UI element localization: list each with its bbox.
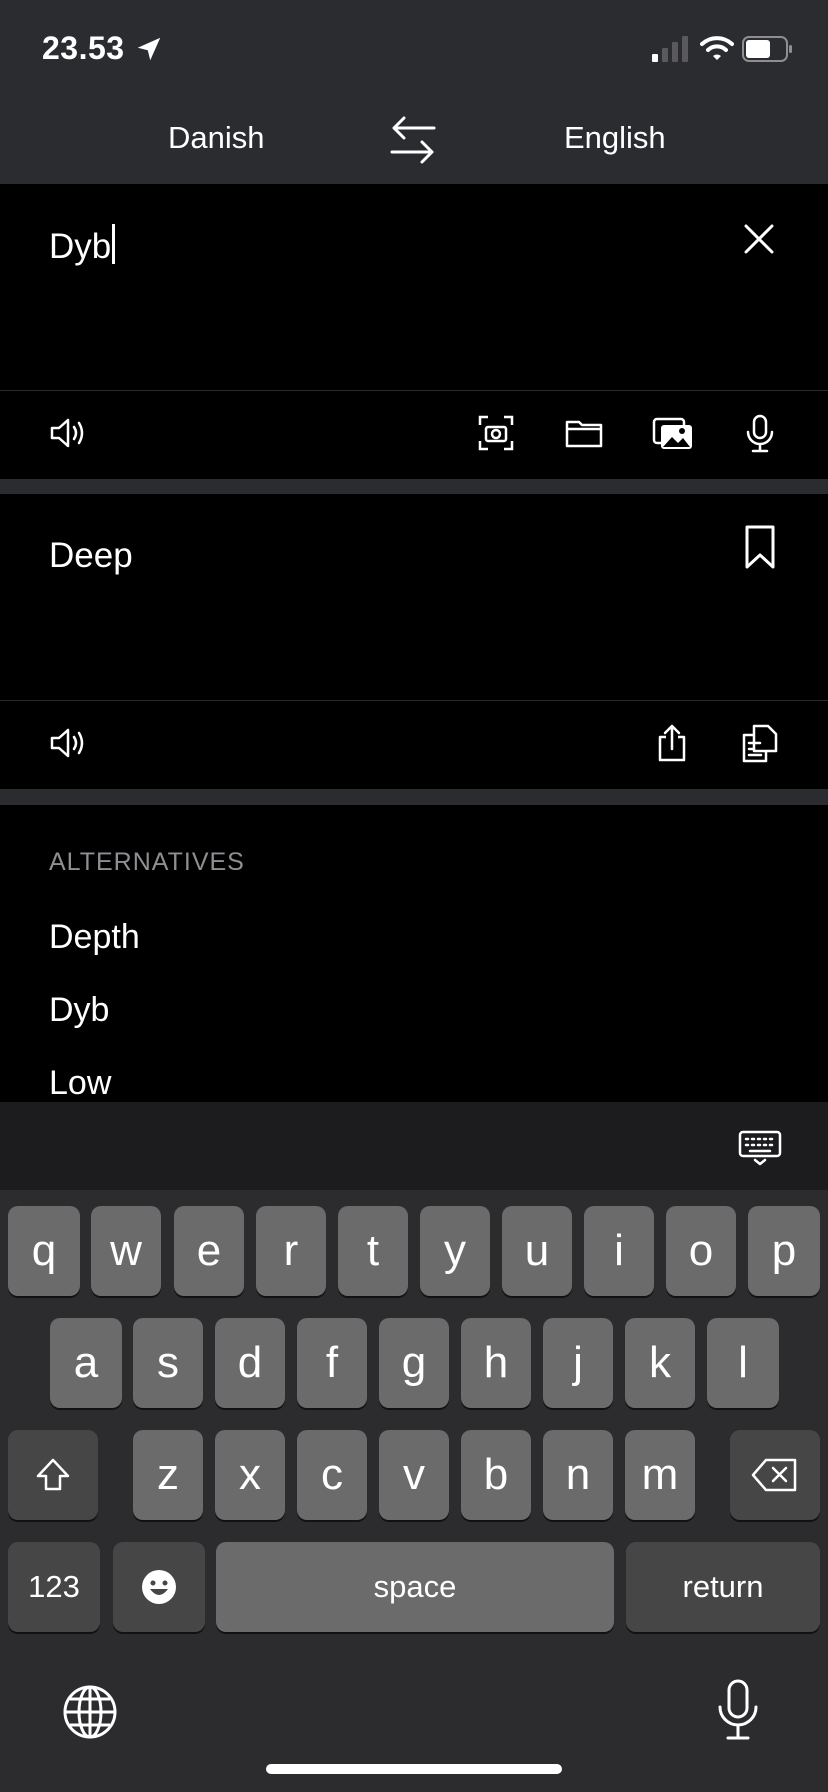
shift-icon	[36, 1458, 70, 1491]
key-n[interactable]: n	[543, 1430, 613, 1520]
source-text: Dyb	[49, 227, 112, 266]
cellular-signal-icon	[652, 36, 688, 62]
clear-icon[interactable]	[742, 222, 776, 256]
key-h[interactable]: h	[461, 1318, 531, 1408]
input-toolbar	[0, 391, 828, 479]
key-f[interactable]: f	[297, 1318, 367, 1408]
battery-icon	[742, 36, 792, 62]
text-caret	[112, 224, 116, 264]
dictation-icon[interactable]	[716, 1678, 760, 1742]
alternative-item[interactable]: Dyb	[49, 991, 109, 1030]
source-language-button[interactable]: Danish	[168, 120, 265, 156]
key-r[interactable]: r	[256, 1206, 326, 1296]
key-j[interactable]: j	[543, 1318, 613, 1408]
key-b[interactable]: b	[461, 1430, 531, 1520]
delete-icon	[751, 1458, 797, 1492]
key-w[interactable]: w	[91, 1206, 161, 1296]
key-t[interactable]: t	[338, 1206, 408, 1296]
wifi-icon	[700, 36, 734, 60]
key-d[interactable]: d	[215, 1318, 285, 1408]
home-indicator	[266, 1764, 562, 1774]
alternatives-section: ALTERNATIVES Depth Dyb Low	[0, 806, 828, 1102]
return-key[interactable]: return	[626, 1542, 820, 1632]
output-toolbar	[0, 701, 828, 789]
key-p[interactable]: p	[748, 1206, 820, 1296]
key-g[interactable]: g	[379, 1318, 449, 1408]
key-y[interactable]: y	[420, 1206, 490, 1296]
microphone-icon[interactable]	[740, 413, 780, 453]
key-a[interactable]: a	[50, 1318, 122, 1408]
output-panel: Deep	[0, 494, 828, 700]
key-k[interactable]: k	[625, 1318, 695, 1408]
key-x[interactable]: x	[215, 1430, 285, 1520]
speaker-icon[interactable]	[48, 723, 88, 763]
key-u[interactable]: u	[502, 1206, 572, 1296]
emoji-key[interactable]	[113, 1542, 205, 1632]
folder-icon[interactable]	[564, 413, 604, 453]
copy-icon[interactable]	[740, 723, 780, 763]
emoji-icon	[142, 1570, 176, 1604]
bookmark-icon[interactable]	[744, 524, 776, 570]
shift-key[interactable]	[8, 1430, 98, 1520]
photos-icon[interactable]	[652, 413, 694, 453]
section-gap	[0, 789, 828, 805]
speaker-icon[interactable]	[48, 413, 88, 453]
source-text-input[interactable]: Dyb	[49, 224, 116, 267]
key-o[interactable]: o	[666, 1206, 736, 1296]
language-bar: Danish English	[0, 92, 828, 184]
target-language-button[interactable]: English	[564, 120, 666, 156]
keyboard-hide-icon[interactable]	[738, 1130, 782, 1166]
delete-key[interactable]	[730, 1430, 820, 1520]
share-icon[interactable]	[652, 723, 692, 763]
key-c[interactable]: c	[297, 1430, 367, 1520]
key-z[interactable]: z	[133, 1430, 203, 1520]
key-l[interactable]: l	[707, 1318, 779, 1408]
keyboard-toolbar	[0, 1102, 828, 1190]
location-arrow-icon	[137, 37, 161, 61]
key-s[interactable]: s	[133, 1318, 203, 1408]
input-panel[interactable]: Dyb	[0, 184, 828, 390]
key-q[interactable]: q	[8, 1206, 80, 1296]
status-time: 23.53	[42, 30, 125, 66]
numbers-key[interactable]: 123	[8, 1542, 100, 1632]
key-i[interactable]: i	[584, 1206, 654, 1296]
key-m[interactable]: m	[625, 1430, 695, 1520]
space-key[interactable]: space	[216, 1542, 614, 1632]
swap-arrows-icon[interactable]	[390, 114, 436, 166]
alternative-item[interactable]: Low	[49, 1064, 111, 1102]
key-v[interactable]: v	[379, 1430, 449, 1520]
key-e[interactable]: e	[174, 1206, 244, 1296]
section-gap	[0, 479, 828, 495]
globe-icon[interactable]	[62, 1684, 118, 1740]
keyboard: q w e r t y u i o p a s d f g h j k l z …	[0, 1190, 828, 1792]
status-bar: 23.53	[0, 0, 828, 92]
alternative-item[interactable]: Depth	[49, 918, 140, 957]
camera-scan-icon[interactable]	[476, 413, 516, 453]
translation-text: Deep	[49, 536, 133, 575]
alternatives-heading: ALTERNATIVES	[49, 848, 245, 876]
